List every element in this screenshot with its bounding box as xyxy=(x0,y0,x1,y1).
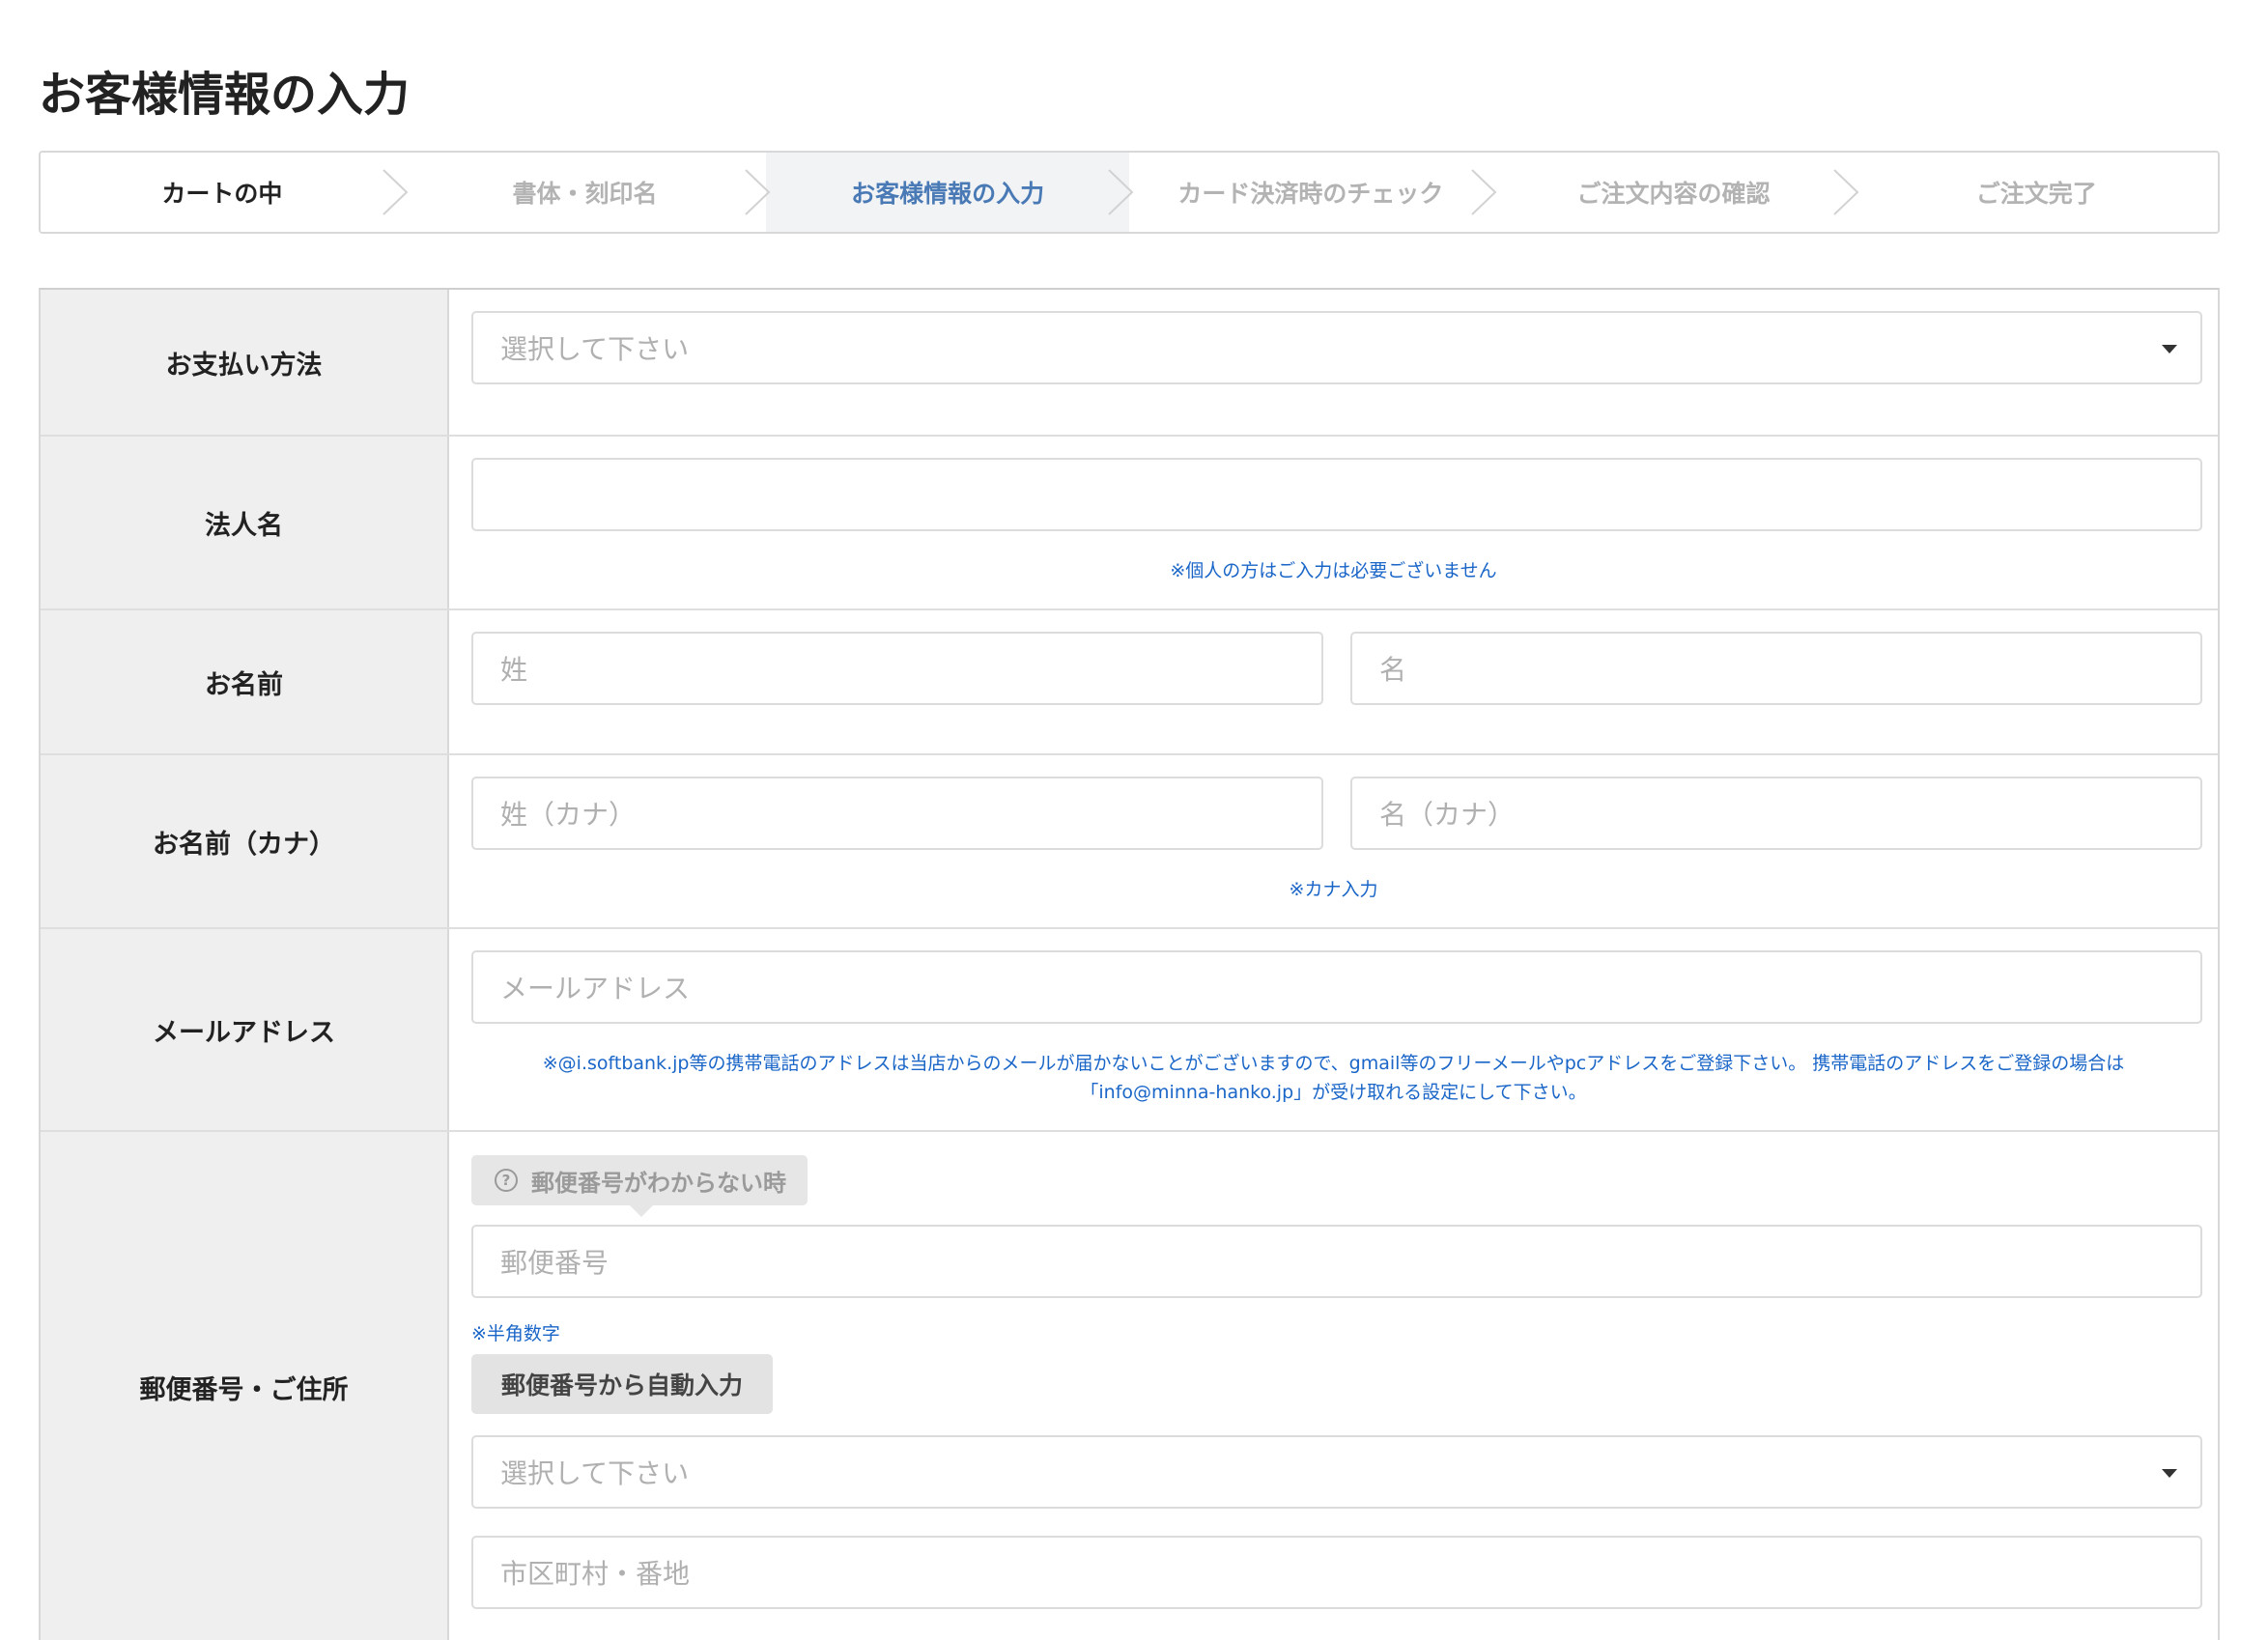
step-font-engraving: 書体・刻印名 xyxy=(403,153,771,232)
email-field-cell: メールアドレス ※@i.softbank.jp等の携帯電話のアドレスは当店からの… xyxy=(449,929,2218,1130)
name-field-cell: 姓 名 xyxy=(449,610,2218,753)
company-label: 法人名 xyxy=(41,437,449,608)
checkout-steps: カートの中 書体・刻印名 お客様情報の入力 カード決済時のチェック ご注文内容の… xyxy=(39,151,2220,234)
customer-form: お支払い方法 選択して下さい 法人名 ※個人の方はご入力は必要ございません お名… xyxy=(39,288,2220,1640)
row-address: 郵便番号・ご住所 ? 郵便番号がわからない時 郵便番号 ※半角数字 郵便番号から… xyxy=(41,1132,2218,1640)
caret-down-icon xyxy=(2162,345,2177,353)
prefecture-select[interactable]: 選択して下さい xyxy=(471,1435,2202,1509)
step-cart: カートの中 xyxy=(41,153,409,232)
step-customer-info: お客様情報の入力 xyxy=(766,153,1134,232)
email-note-line2: 「info@minna-hanko.jp」が受け取れる設定にして下さい。 xyxy=(1080,1082,1587,1103)
city-address-input[interactable]: 市区町村・番地 xyxy=(471,1536,2202,1609)
select-placeholder: 選択して下さい xyxy=(500,1457,690,1489)
row-company: 法人名 ※個人の方はご入力は必要ございません xyxy=(41,437,2218,610)
payment-label: お支払い方法 xyxy=(41,290,449,435)
zip-autofill-button[interactable]: 郵便番号から自動入力 xyxy=(471,1354,773,1414)
first-name-kana-input[interactable]: 名（カナ） xyxy=(1350,777,2202,850)
step-label: 書体・刻印名 xyxy=(512,180,658,208)
step-label: カートの中 xyxy=(161,180,283,208)
kana-label: お名前（カナ） xyxy=(41,755,449,927)
step-order-confirm: ご注文内容の確認 xyxy=(1491,153,1859,232)
tooltip-tail xyxy=(630,1205,653,1217)
email-label: メールアドレス xyxy=(41,929,449,1130)
last-name-kana-input[interactable]: 姓（カナ） xyxy=(471,777,1323,850)
step-label: お客様情報の入力 xyxy=(851,180,1045,208)
row-name: お名前 姓 名 xyxy=(41,610,2218,755)
last-name-input[interactable]: 姓 xyxy=(471,632,1323,705)
step-label: カード決済時のチェック xyxy=(1177,180,1444,208)
row-email: メールアドレス メールアドレス ※@i.softbank.jp等の携帯電話のアド… xyxy=(41,929,2218,1132)
step-order-complete: ご注文完了 xyxy=(1855,153,2218,232)
row-kana: お名前（カナ） 姓（カナ） 名（カナ） ※カナ入力 xyxy=(41,755,2218,929)
company-name-input[interactable] xyxy=(471,458,2202,531)
zip-help-button[interactable]: ? 郵便番号がわからない時 xyxy=(471,1155,808,1217)
first-name-input[interactable]: 名 xyxy=(1350,632,2202,705)
address-field-cell: ? 郵便番号がわからない時 郵便番号 ※半角数字 郵便番号から自動入力 選択して… xyxy=(449,1132,2218,1640)
caret-down-icon xyxy=(2162,1469,2177,1478)
zip-help-label: 郵便番号がわからない時 xyxy=(531,1169,786,1197)
email-input[interactable]: メールアドレス xyxy=(471,950,2202,1024)
page-title: お客様情報の入力 xyxy=(39,68,411,122)
step-card-check: カード決済時のチェック xyxy=(1129,153,1497,232)
question-circle-icon: ? xyxy=(495,1169,518,1192)
kana-field-cell: 姓（カナ） 名（カナ） ※カナ入力 xyxy=(449,755,2218,927)
step-label: ご注文完了 xyxy=(1975,180,2097,208)
step-label: ご注文内容の確認 xyxy=(1576,180,1771,208)
company-field-cell: ※個人の方はご入力は必要ございません xyxy=(449,437,2218,608)
payment-method-select[interactable]: 選択して下さい xyxy=(471,311,2202,384)
address-label: 郵便番号・ご住所 xyxy=(41,1132,449,1640)
email-note-line1: ※@i.softbank.jp等の携帯電話のアドレスは当店からのメールが届かない… xyxy=(542,1053,2125,1074)
zip-code-input[interactable]: 郵便番号 xyxy=(471,1225,2202,1298)
kana-note: ※カナ入力 xyxy=(1289,879,1378,900)
zip-note: ※半角数字 xyxy=(471,1323,560,1344)
payment-field-cell: 選択して下さい xyxy=(449,290,2218,435)
select-placeholder: 選択して下さい xyxy=(500,333,690,365)
company-note: ※個人の方はご入力は必要ございません xyxy=(1170,560,1497,581)
row-payment: お支払い方法 選択して下さい xyxy=(41,290,2218,437)
name-label: お名前 xyxy=(41,610,449,753)
